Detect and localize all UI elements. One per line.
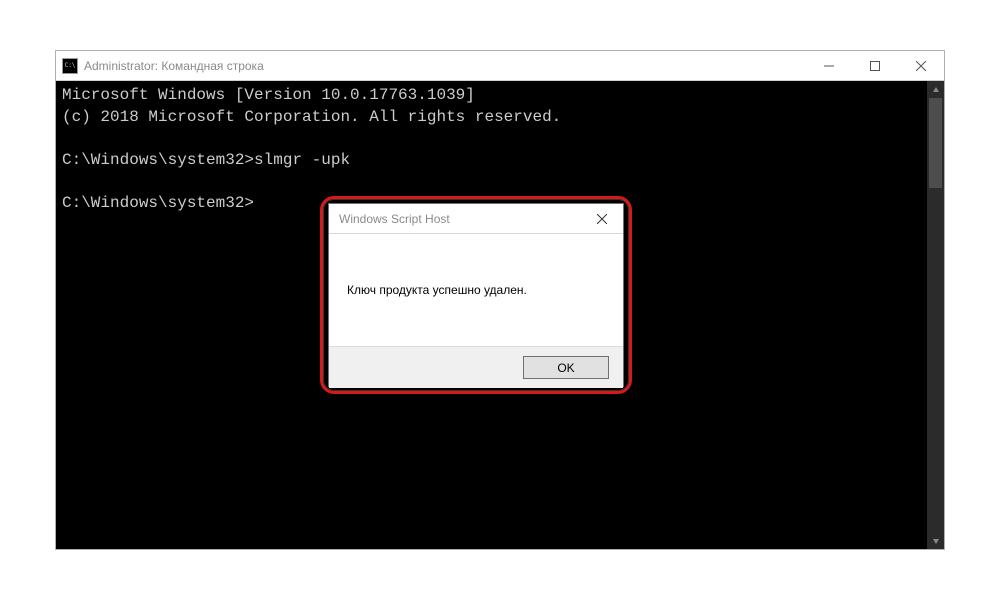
close-button[interactable] — [898, 51, 944, 80]
terminal-line: (c) 2018 Microsoft Corporation. All righ… — [62, 108, 561, 126]
maximize-button[interactable] — [852, 51, 898, 80]
dialog-titlebar: Windows Script Host — [329, 204, 623, 234]
ok-button[interactable]: OK — [523, 356, 609, 379]
dialog-close-button[interactable] — [581, 204, 623, 233]
terminal-line: C:\Windows\system32>slmgr -upk — [62, 151, 350, 169]
dialog-title: Windows Script Host — [339, 212, 581, 226]
terminal-line: C:\Windows\system32> — [62, 194, 254, 212]
window-title: Administrator: Командная строка — [84, 59, 806, 73]
scroll-down-icon[interactable] — [927, 532, 944, 549]
cmd-icon — [62, 58, 78, 74]
scroll-thumb[interactable] — [929, 98, 942, 188]
script-host-dialog: Windows Script Host Ключ продукта успешн… — [328, 203, 624, 387]
dialog-body: Ключ продукта успешно удален. — [329, 234, 623, 346]
scrollbar[interactable] — [927, 81, 944, 549]
window-controls — [806, 51, 944, 80]
minimize-button[interactable] — [806, 51, 852, 80]
scroll-up-icon[interactable] — [927, 81, 944, 98]
titlebar: Administrator: Командная строка — [56, 51, 944, 81]
dialog-message: Ключ продукта успешно удален. — [347, 283, 527, 297]
dialog-footer: OK — [329, 346, 623, 388]
terminal-line: Microsoft Windows [Version 10.0.17763.10… — [62, 86, 475, 104]
